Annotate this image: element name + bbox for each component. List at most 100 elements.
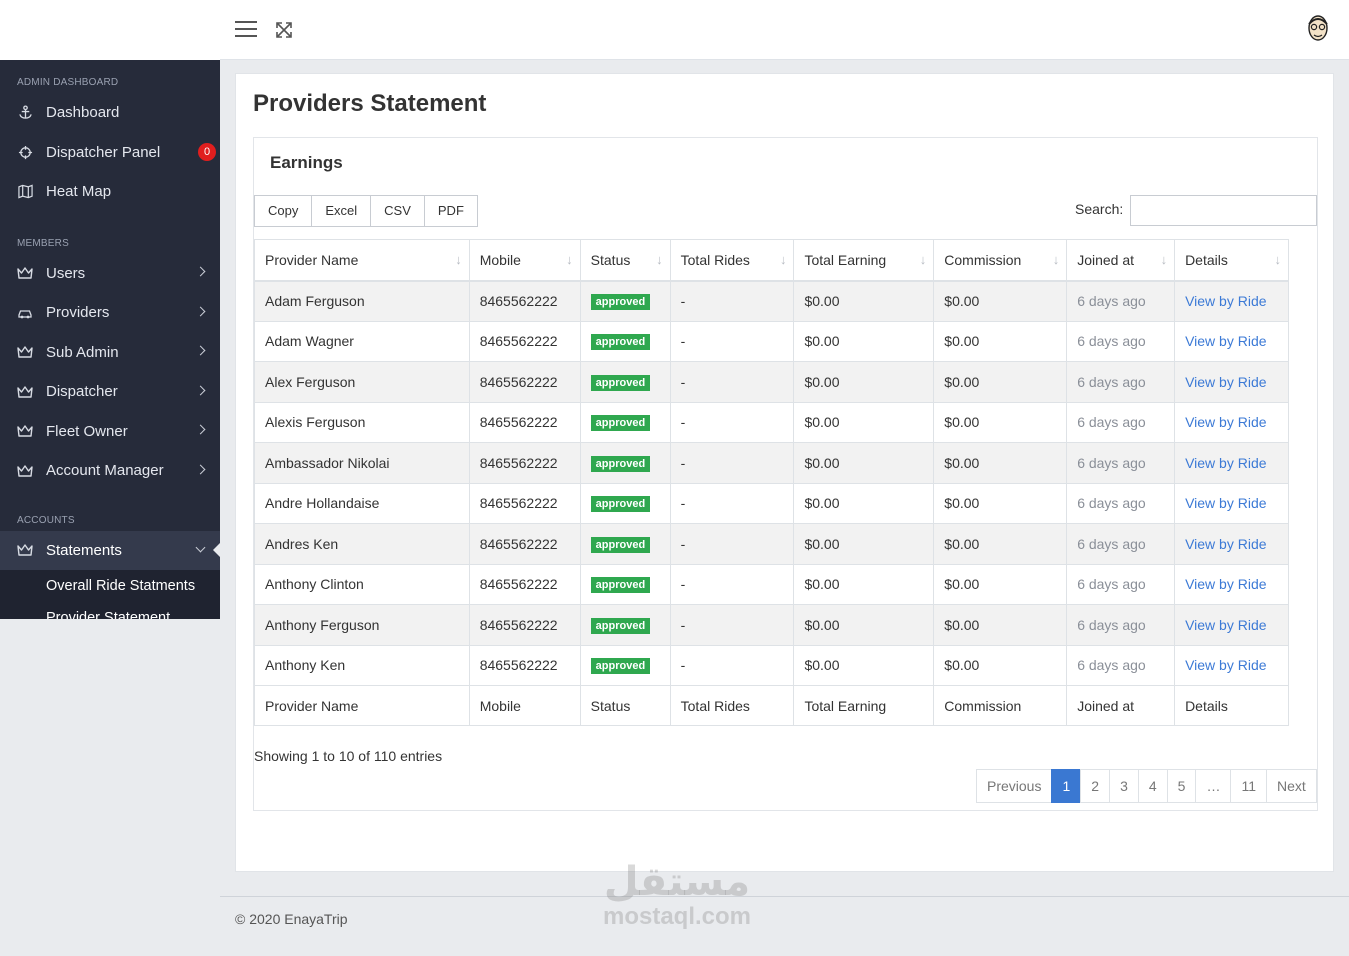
table-row: Andre Hollandaise 8465562222 approved - $0.0… bbox=[254, 482, 1289, 524]
cell-details: View by Ride bbox=[1174, 401, 1289, 443]
column-header[interactable]: Joined at ↓ bbox=[1066, 239, 1176, 282]
joined-at-text: 6 days ago bbox=[1077, 293, 1146, 309]
cell-name: Alex Ferguson bbox=[254, 361, 470, 403]
view-by-ride-link[interactable]: View by Ride bbox=[1185, 414, 1266, 430]
submenu-item[interactable]: Overall Ride Statments bbox=[0, 570, 220, 602]
sidebar-item-sub-admin[interactable]: Sub Admin bbox=[0, 333, 220, 373]
column-header[interactable]: Status ↓ bbox=[579, 239, 671, 282]
anchor-icon bbox=[17, 105, 33, 121]
view-by-ride-link[interactable]: View by Ride bbox=[1185, 495, 1266, 511]
sidebar-item-fleet-owner[interactable]: Fleet Owner bbox=[0, 412, 220, 452]
submenu-item[interactable]: Provider Statement bbox=[0, 602, 220, 619]
watermark-logo: مستقل mostaql.com bbox=[592, 860, 762, 930]
page-button[interactable]: … bbox=[1195, 769, 1232, 803]
search-label: Search: bbox=[1075, 201, 1124, 217]
column-header[interactable]: Total Earning ↓ bbox=[793, 239, 935, 282]
sidebar-item-label: Account Manager bbox=[46, 462, 164, 480]
main-content: Providers Statement Earnings Copy Excel … bbox=[235, 73, 1334, 872]
view-by-ride-link[interactable]: View by Ride bbox=[1185, 536, 1266, 552]
sidebar-item-label: Heat Map bbox=[46, 183, 112, 201]
sidebar-item-dispatcher[interactable]: Dispatcher bbox=[0, 372, 220, 412]
column-header[interactable]: Details ↓ bbox=[1174, 239, 1289, 282]
status-badge: approved bbox=[590, 577, 651, 594]
column-header-label: Details bbox=[1185, 251, 1228, 268]
page-button[interactable]: 3 bbox=[1109, 769, 1139, 803]
sidebar-section-header: MEMBERS bbox=[17, 237, 69, 249]
column-footer: Joined at bbox=[1066, 685, 1176, 726]
page-button[interactable]: 4 bbox=[1137, 769, 1168, 803]
cell-joined: 6 days ago bbox=[1066, 604, 1176, 646]
column-header-label: Status bbox=[590, 251, 631, 268]
excel-button[interactable]: Excel bbox=[311, 195, 372, 227]
view-by-ride-link[interactable]: View by Ride bbox=[1185, 333, 1266, 349]
status-badge: approved bbox=[590, 617, 651, 634]
search-input[interactable] bbox=[1130, 195, 1317, 226]
entries-info: Showing 1 to 10 of 110 entries bbox=[254, 748, 443, 764]
page-button[interactable]: 2 bbox=[1080, 769, 1111, 803]
page-button[interactable]: 5 bbox=[1166, 769, 1197, 803]
column-footer: Commission bbox=[933, 685, 1068, 726]
sidebar-item-providers[interactable]: Providers bbox=[0, 293, 220, 333]
cell-mobile: 8465562222 bbox=[468, 361, 581, 403]
cell-joined: 6 days ago bbox=[1066, 320, 1176, 362]
view-by-ride-link[interactable]: View by Ride bbox=[1185, 657, 1266, 673]
cell-details: View by Ride bbox=[1174, 604, 1289, 646]
pdf-button[interactable]: PDF bbox=[423, 195, 478, 227]
fullscreen-icon[interactable] bbox=[274, 20, 294, 40]
cell-joined: 6 days ago bbox=[1066, 563, 1176, 605]
cell-joined: 6 days ago bbox=[1066, 401, 1176, 443]
column-footer: Status bbox=[579, 685, 671, 726]
sidebar-item-account-manager[interactable]: Account Manager bbox=[0, 451, 220, 491]
column-header[interactable]: Mobile ↓ bbox=[468, 239, 581, 282]
column-header-label: Total Rides bbox=[680, 251, 750, 268]
column-footer: Total Earning bbox=[793, 685, 935, 726]
chevron-right-icon bbox=[195, 306, 206, 317]
cell-earning: $0.00 bbox=[793, 644, 935, 686]
column-header[interactable]: Total Rides ↓ bbox=[669, 239, 795, 282]
table-row: Andres Ken 8465562222 approved - $0.00 $0.00 6… bbox=[254, 523, 1289, 565]
watermark-latin: mostaql.com bbox=[602, 903, 752, 930]
cell-rides: - bbox=[669, 320, 795, 362]
csv-button[interactable]: CSV bbox=[370, 195, 425, 227]
next-page-button[interactable]: Next bbox=[1266, 769, 1317, 803]
view-by-ride-link[interactable]: View by Ride bbox=[1185, 374, 1266, 390]
table-row: Anthony Ferguson 8465562222 approved - $0.00… bbox=[254, 604, 1289, 646]
user-avatar[interactable] bbox=[1304, 12, 1332, 46]
cell-earning: $0.00 bbox=[793, 320, 935, 362]
column-header[interactable]: Commission ↓ bbox=[933, 239, 1068, 282]
cell-mobile: 8465562222 bbox=[468, 563, 581, 605]
cell-commission: $0.00 bbox=[933, 442, 1068, 484]
sidebar-section-header: ADMIN DASHBOARD bbox=[17, 77, 119, 88]
sidebar-item-dashboard[interactable]: Dashboard bbox=[0, 93, 220, 133]
view-by-ride-link[interactable]: View by Ride bbox=[1185, 455, 1266, 471]
page-button[interactable]: 11 bbox=[1230, 769, 1267, 803]
joined-at-text: 6 days ago bbox=[1077, 576, 1146, 593]
chevron-right-icon bbox=[195, 345, 206, 356]
view-by-ride-link[interactable]: View by Ride bbox=[1185, 576, 1266, 592]
status-badge: approved bbox=[590, 536, 651, 553]
sidebar-item-users[interactable]: Users bbox=[0, 254, 220, 294]
previous-page-button[interactable]: Previous bbox=[976, 769, 1053, 803]
cell-status: approved bbox=[579, 442, 671, 484]
copy-button[interactable]: Copy bbox=[254, 195, 313, 227]
sidebar-item-label: Statements bbox=[46, 541, 122, 559]
sidebar-item-heat-map[interactable]: Heat Map bbox=[0, 172, 220, 212]
sidebar-item-label: Users bbox=[46, 264, 86, 282]
cell-details: View by Ride bbox=[1174, 280, 1289, 322]
joined-at-text: 6 days ago bbox=[1077, 414, 1146, 431]
sidebar-item-statements[interactable]: Statements bbox=[0, 530, 220, 570]
column-header[interactable]: Provider Name ↓ bbox=[254, 239, 470, 282]
menu-toggle-icon[interactable] bbox=[235, 21, 257, 37]
cell-details: View by Ride bbox=[1174, 361, 1289, 403]
sort-icon: ↓ bbox=[1274, 252, 1282, 267]
view-by-ride-link[interactable]: View by Ride bbox=[1185, 293, 1266, 309]
watermark-arabic: مستقل bbox=[603, 860, 751, 904]
joined-at-text: 6 days ago bbox=[1077, 535, 1146, 552]
sidebar-item-dispatcher-panel[interactable]: Dispatcher Panel 0 bbox=[0, 133, 220, 173]
view-by-ride-link[interactable]: View by Ride bbox=[1185, 617, 1266, 633]
table-row: Anthony Ken 8465562222 approved - $0.00 $0.00… bbox=[254, 644, 1289, 686]
footer-divider bbox=[220, 896, 1349, 897]
cell-mobile: 8465562222 bbox=[468, 280, 581, 322]
page-button[interactable]: 1 bbox=[1051, 769, 1082, 803]
column-footer: Mobile bbox=[468, 685, 581, 726]
